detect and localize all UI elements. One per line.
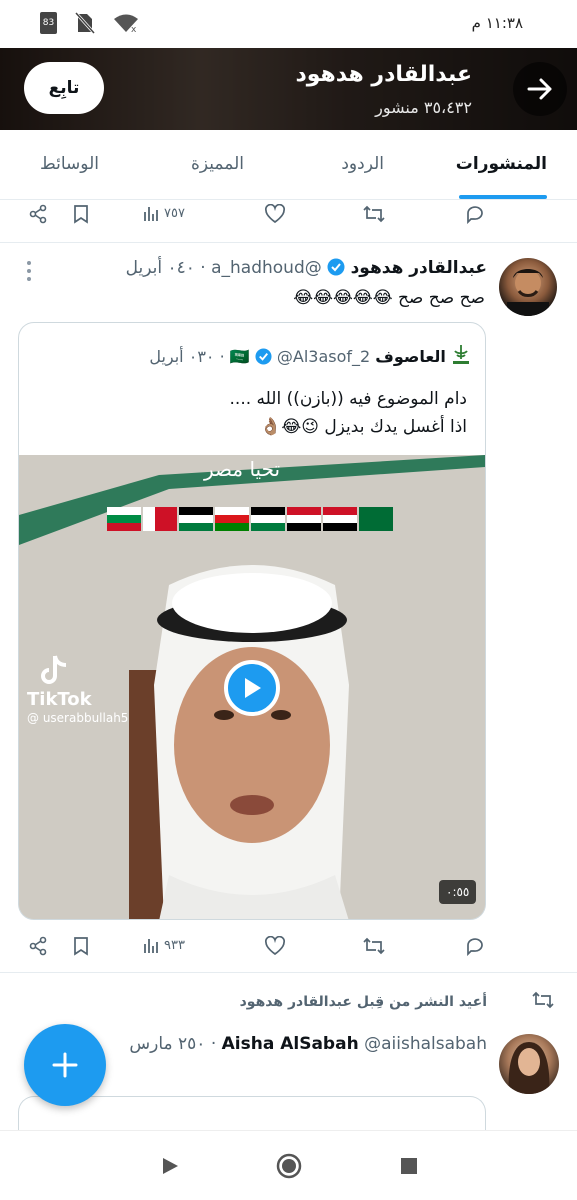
post-count: ٣٥،٤٣٢ منشور: [375, 98, 472, 117]
clock: ١١:٣٨ م: [471, 14, 523, 32]
battery-icon: 83: [40, 12, 57, 34]
prev-tweet-actions: ٧٥٧: [0, 198, 577, 234]
quoted-handle: @Al3asof_2: [276, 347, 371, 366]
arrow-right-icon: [527, 78, 552, 100]
author-handle: @a_hadhoud: [211, 258, 322, 278]
quoted-tweet[interactable]: العاصوف 🇸🇦 @Al3asof_2 · ٠٣٠ أبريل دام ال…: [18, 322, 486, 920]
back-button[interactable]: [513, 62, 567, 116]
video-caption: تحيا مصر: [204, 457, 281, 481]
divider: [0, 972, 577, 973]
follow-button[interactable]: تابِع: [24, 62, 104, 114]
tiktok-label: TikTok: [27, 689, 92, 710]
author-name[interactable]: Aisha AlSabah: [222, 1034, 359, 1054]
quoted-author-name[interactable]: العاصوف: [375, 347, 446, 366]
views-icon: [144, 939, 158, 953]
bookmark-icon: [74, 937, 88, 956]
video-player[interactable]: تحيا مصر TikTok @ userabbullah5 ٠:٥٥: [19, 455, 485, 919]
repost-button[interactable]: [362, 936, 386, 956]
svg-text:x: x: [131, 25, 137, 33]
repost-icon: [363, 205, 385, 223]
play-button[interactable]: [224, 660, 280, 716]
verified-badge-icon: [255, 348, 272, 365]
heart-icon: [264, 204, 286, 224]
views-icon: [144, 207, 158, 221]
views-button[interactable]: ٩٣٣: [142, 936, 185, 954]
tab-replies[interactable]: الردود: [341, 154, 384, 174]
heart-icon: [264, 936, 286, 956]
bookmark-button[interactable]: [72, 936, 90, 956]
tweet-time: ٢٥٠ مارس: [129, 1034, 206, 1054]
quoted-header: العاصوف 🇸🇦 @Al3asof_2 · ٠٣٠ أبريل: [149, 343, 471, 367]
avatar[interactable]: [499, 258, 557, 316]
home-nav-icon[interactable]: [276, 1153, 302, 1179]
avatar[interactable]: [499, 1034, 559, 1094]
tab-posts[interactable]: المنشورات: [456, 154, 547, 174]
views-count: ٧٥٧: [164, 205, 185, 221]
author-name[interactable]: عبدالقادر هدهود: [351, 258, 487, 278]
verified-badge-icon: [327, 258, 345, 276]
bookmark-button[interactable]: [72, 204, 90, 224]
back-nav-icon[interactable]: [160, 1156, 180, 1176]
recents-nav-icon[interactable]: [400, 1157, 418, 1175]
reply-icon: [467, 206, 483, 224]
reply-button[interactable]: [464, 204, 486, 224]
bookmark-icon: [74, 205, 88, 224]
tiktok-logo-icon: [41, 655, 67, 684]
reply-button[interactable]: [464, 936, 486, 956]
no-sim-icon: [75, 12, 95, 34]
share-icon: [29, 204, 47, 224]
profile-name: عبدالقادر هدهود: [295, 62, 472, 87]
status-icons: 83 x: [40, 12, 139, 34]
quoted-line-1: دام الموضوع فيه ((بازن)) الله ....: [229, 389, 467, 409]
org-logo-icon: [453, 345, 469, 364]
avatar-portrait: [508, 1042, 550, 1094]
quoted-line-2: اذا أغسل يدك بديزل 😉😂👌🏽: [260, 417, 467, 437]
views-button[interactable]: ٧٥٧: [142, 204, 185, 222]
share-button[interactable]: [28, 204, 48, 224]
views-count: ٩٣٣: [164, 937, 185, 953]
more-options-icon[interactable]: [26, 260, 32, 282]
battery-level: 83: [42, 18, 55, 28]
status-bar: 83 x ١١:٣٨ م: [0, 0, 577, 48]
share-icon: [29, 936, 47, 956]
tweet-time: ٠٤٠ أبريل: [125, 258, 195, 278]
play-icon: [245, 678, 261, 698]
profile-tabs: المنشورات الردود المميزة الوسائط: [0, 130, 577, 200]
like-button[interactable]: [264, 936, 286, 956]
author-handle: @aiishalsabah: [364, 1034, 487, 1054]
repost-icon: [363, 937, 385, 955]
repost-icon: [532, 991, 554, 1009]
tweet-header: Aisha AlSabah @aiishalsabah · ٢٥٠ مارس: [129, 1034, 487, 1054]
quoted-time: ٠٣٠ أبريل: [149, 347, 215, 366]
like-button[interactable]: [264, 204, 286, 224]
avatar-portrait: [507, 269, 549, 316]
retweet-notice[interactable]: أعيد النشر من قِبل عبدالقادر هدهود: [240, 994, 487, 1010]
video-duration: ٠:٥٥: [439, 880, 477, 904]
tweet-actions: ٩٣٣: [0, 930, 577, 966]
quoted-text: دام الموضوع فيه ((بازن)) الله .... اذا أ…: [230, 385, 467, 441]
tweet-header: عبدالقادر هدهود @a_hadhoud · ٠٤٠ أبريل: [125, 258, 487, 278]
system-nav-bar: [0, 1130, 577, 1200]
divider: [0, 242, 577, 243]
compose-button[interactable]: [24, 1024, 106, 1106]
share-button[interactable]: [28, 936, 48, 956]
plus-icon: [52, 1052, 78, 1078]
tweet-text: صح صح صح 😂😂😂😂😂: [293, 288, 485, 308]
tab-highlights[interactable]: المميزة: [191, 154, 244, 174]
reply-icon: [467, 938, 483, 956]
wifi-off-icon: x: [114, 14, 138, 33]
repost-button[interactable]: [362, 204, 386, 224]
flag-label: 🇸🇦: [229, 347, 250, 366]
profile-header: عبدالقادر هدهود ٣٥،٤٣٢ منشور تابِع: [0, 48, 577, 130]
tiktok-user: @ userabbullah5: [27, 711, 129, 725]
tab-media[interactable]: الوسائط: [40, 154, 99, 174]
